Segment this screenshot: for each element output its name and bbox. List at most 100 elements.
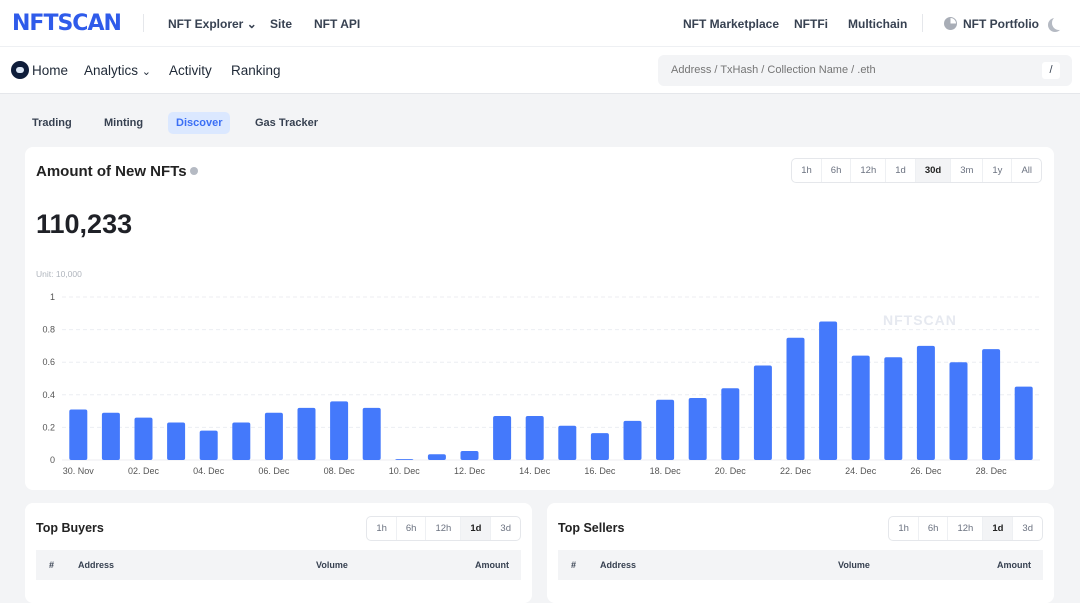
nftscan-logo[interactable]: NFTSCAN [12,11,122,36]
nav-nft-marketplace[interactable]: NFT Marketplace [683,17,779,31]
col-volume: Volume [838,560,870,570]
bar[interactable] [1014,386,1033,460]
y-tick-label: 0.8 [42,325,55,335]
range-3d[interactable]: 3d [1013,517,1042,540]
bar[interactable] [330,401,349,460]
nav-analytics[interactable]: Analytics ⌄ [84,63,151,78]
bar[interactable] [656,399,675,460]
y-tick-label: 1 [50,292,55,302]
pie-chart-icon [944,17,957,30]
bar[interactable] [851,355,870,460]
nav-nft-api[interactable]: NFT API [314,17,360,31]
x-tick-label: 30. Nov [63,466,95,476]
bar[interactable] [590,433,609,460]
bar[interactable] [427,454,446,460]
bar[interactable] [493,415,512,460]
col-rank: # [571,560,577,570]
bar[interactable] [232,422,251,460]
nav-activity[interactable]: Activity [169,63,212,78]
range-1h[interactable]: 1h [367,517,397,540]
bar[interactable] [558,425,577,460]
nav-ranking[interactable]: Ranking [231,63,281,78]
col-amount: Amount [997,560,1031,570]
bar[interactable] [395,459,414,460]
nav-site[interactable]: Site [270,17,292,31]
bar[interactable] [884,357,903,460]
moon-icon[interactable] [1052,16,1066,30]
new-nfts-card: Amount of New NFTs 1h 6h 12h 1d 30d 3m 1y All 1… [25,147,1054,490]
bar[interactable] [199,430,218,460]
tab-discover[interactable]: Discover [168,112,231,134]
bar-chart: NFTSCAN 0 0.2 0.4 0.6 0.8 1 30. Nov 02. Dec 04. … [42,292,1040,476]
home-logo-icon[interactable] [11,61,29,79]
nav-nftfi[interactable]: NFTFi [794,17,828,31]
y-tick-label: 0.6 [42,357,55,367]
bar[interactable] [167,422,186,460]
x-tick-label: 14. Dec [519,466,551,476]
x-tick-label: 16. Dec [584,466,616,476]
bar[interactable] [949,362,968,460]
tab-minting[interactable]: Minting [96,112,151,134]
bar[interactable] [297,407,316,460]
chevron-down-icon: ⌄ [141,66,152,78]
col-volume: Volume [316,560,348,570]
nav-nft-portfolio[interactable]: NFT Portfolio [944,17,1039,31]
nav-multichain[interactable]: Multichain [848,17,907,31]
search-shortcut-key: / [1042,62,1060,79]
bar[interactable] [101,412,120,460]
nav-home[interactable]: Home [32,63,68,78]
time-range-selector: 1h 6h 12h 1d 3d [366,516,521,541]
bar[interactable] [786,337,805,460]
nav-label: NFT Explorer [168,17,244,31]
nav-label: Analytics [84,63,139,78]
chevron-down-icon: ⌄ [246,17,257,31]
range-6h[interactable]: 6h [919,517,949,540]
bar[interactable] [525,415,544,460]
search-input[interactable] [671,64,1021,76]
range-1d[interactable]: 1d [461,517,492,540]
watermark: NFTSCAN [883,312,957,328]
bar[interactable] [721,388,740,460]
time-range-selector: 1h 6h 12h 1d 3d [888,516,1043,541]
bar[interactable] [264,412,283,460]
divider [922,14,923,32]
col-amount: Amount [475,560,509,570]
top-sellers-card: Top Sellers 1h 6h 12h 1d 3d # Address Volume… [547,503,1054,603]
search-box: / [658,55,1072,86]
divider [143,14,144,32]
x-tick-label: 28. Dec [976,466,1008,476]
bar[interactable] [982,349,1001,460]
bar[interactable] [688,398,707,460]
x-tick-label: 02. Dec [128,466,160,476]
range-3d[interactable]: 3d [491,517,520,540]
y-tick-label: 0 [50,455,55,465]
bar[interactable] [362,407,381,460]
top-buyers-card: Top Buyers 1h 6h 12h 1d 3d # Address Volume … [25,503,532,603]
range-12h[interactable]: 12h [948,517,984,540]
bar[interactable] [69,409,88,460]
tab-gas-tracker[interactable]: Gas Tracker [247,112,326,134]
x-tick-label: 06. Dec [258,466,290,476]
range-12h[interactable]: 12h [426,517,462,540]
range-1h[interactable]: 1h [889,517,919,540]
range-6h[interactable]: 6h [397,517,427,540]
col-rank: # [49,560,55,570]
bar[interactable] [916,345,935,460]
range-1d[interactable]: 1d [983,517,1014,540]
y-tick-label: 0.2 [42,422,55,432]
bar[interactable] [819,321,838,460]
col-address: Address [78,560,115,570]
x-tick-label: 08. Dec [324,466,356,476]
nav-nft-explorer[interactable]: NFT Explorer ⌄ [168,17,257,31]
x-tick-label: 04. Dec [193,466,225,476]
x-tick-label: 18. Dec [650,466,682,476]
bar[interactable] [753,365,772,460]
table-header: # Address Volume Amount [558,550,1043,580]
bar[interactable] [134,417,153,460]
x-tick-label: 22. Dec [780,466,812,476]
main-nav: Home Analytics ⌄ Activity Ranking / [0,47,1080,94]
tab-trading[interactable]: Trading [24,112,80,134]
bar[interactable] [460,451,479,460]
card-title: Top Buyers [36,521,104,535]
bar[interactable] [623,420,642,460]
